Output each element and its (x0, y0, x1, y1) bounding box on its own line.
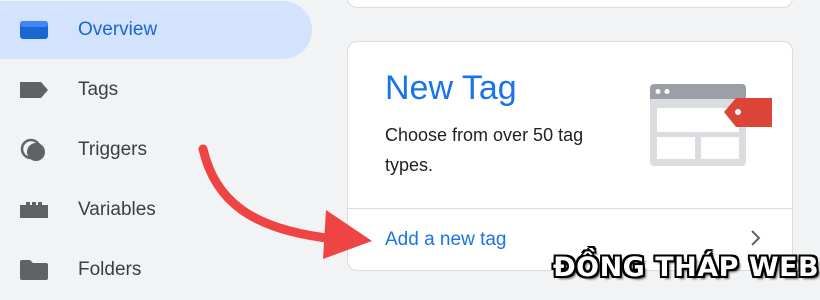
sidebar-item-label: Overview (78, 19, 158, 40)
triggers-icon (18, 138, 50, 161)
sidebar: Overview Tags Triggers Variables Folders (0, 0, 330, 300)
sidebar-item-label: Variables (78, 199, 156, 220)
overview-icon (18, 19, 50, 41)
sidebar-item-overview[interactable]: Overview (0, 1, 312, 59)
tag-webpage-illustration (648, 82, 774, 173)
card-description: Choose from over 50 tag types. (385, 125, 584, 175)
sidebar-item-label: Tags (78, 79, 119, 100)
folder-icon (18, 259, 50, 281)
card-title: New Tag (385, 69, 517, 107)
add-new-tag-link[interactable]: Add a new tag (385, 229, 506, 251)
previous-card (347, 0, 793, 8)
card-divider (348, 208, 792, 209)
new-tag-card: New Tag Choose from over 50 tag types. A… (347, 41, 793, 271)
tag-icon (18, 79, 50, 101)
chevron-right-icon[interactable] (746, 226, 766, 250)
variables-icon (18, 199, 50, 221)
sidebar-item-label: Folders (78, 259, 142, 280)
watermark: ĐỒNG THÁP WEB (553, 252, 820, 283)
sidebar-item-label: Triggers (78, 139, 147, 160)
